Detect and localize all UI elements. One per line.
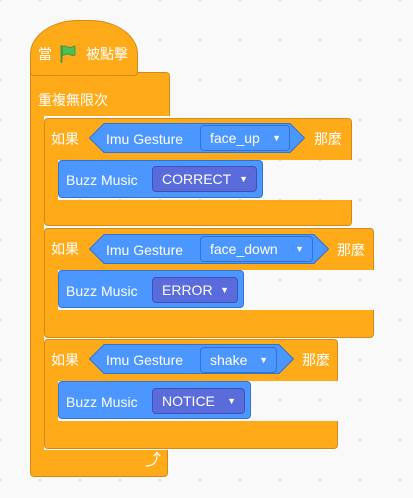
gesture-dropdown[interactable]: face_down ▼ [200,236,313,262]
gesture-dropdown[interactable]: shake ▼ [200,347,277,373]
then-label: 那麼 [302,352,330,368]
if-block-bottom[interactable] [44,200,352,226]
chevron-down-icon: ▼ [259,355,268,365]
gesture-value: face_down [210,241,278,257]
if-label: 如果 [51,131,79,147]
chevron-down-icon: ▼ [295,244,304,254]
buzz-music-label: Buzz Music [66,172,138,188]
green-flag-icon [60,45,76,63]
if-block-bottom[interactable] [44,421,338,449]
if-label: 如果 [51,352,79,368]
chevron-down-icon: ▼ [272,133,281,143]
music-value: NOTICE [162,393,215,409]
music-dropdown[interactable]: CORRECT ▼ [152,166,257,192]
gesture-value: shake [210,352,248,368]
forever-loop-left-arm[interactable] [30,114,44,454]
loop-arrow-icon: ⤴ [145,452,162,469]
if-block-arm[interactable] [44,158,58,202]
music-dropdown[interactable]: ERROR ▼ [152,277,238,303]
if-block-arm[interactable] [44,268,58,312]
chevron-down-icon: ▼ [227,396,236,406]
buzz-music-label: Buzz Music [66,394,138,410]
gesture-dropdown[interactable]: face_up ▼ [200,125,290,151]
imu-gesture-label: Imu Gesture [106,131,184,147]
hat-label-clicked: 被點擊 [86,46,128,62]
if-block-bottom[interactable] [44,310,374,338]
if-label: 如果 [51,241,79,257]
gesture-value: face_up [210,130,260,146]
forever-loop-label: 重複無限次 [38,92,108,108]
then-label: 那麼 [337,242,365,258]
music-dropdown[interactable]: NOTICE ▼ [152,388,245,414]
music-value: CORRECT [162,171,232,187]
music-value: ERROR [162,282,213,298]
chevron-down-icon: ▼ [239,174,248,184]
imu-gesture-label: Imu Gesture [106,242,184,258]
imu-gesture-label: Imu Gesture [106,352,184,368]
hat-label-when: 當 [38,46,52,62]
if-block-arm[interactable] [44,379,58,423]
chevron-down-icon: ▼ [220,285,229,295]
then-label: 那麼 [314,131,342,147]
buzz-music-label: Buzz Music [66,283,138,299]
